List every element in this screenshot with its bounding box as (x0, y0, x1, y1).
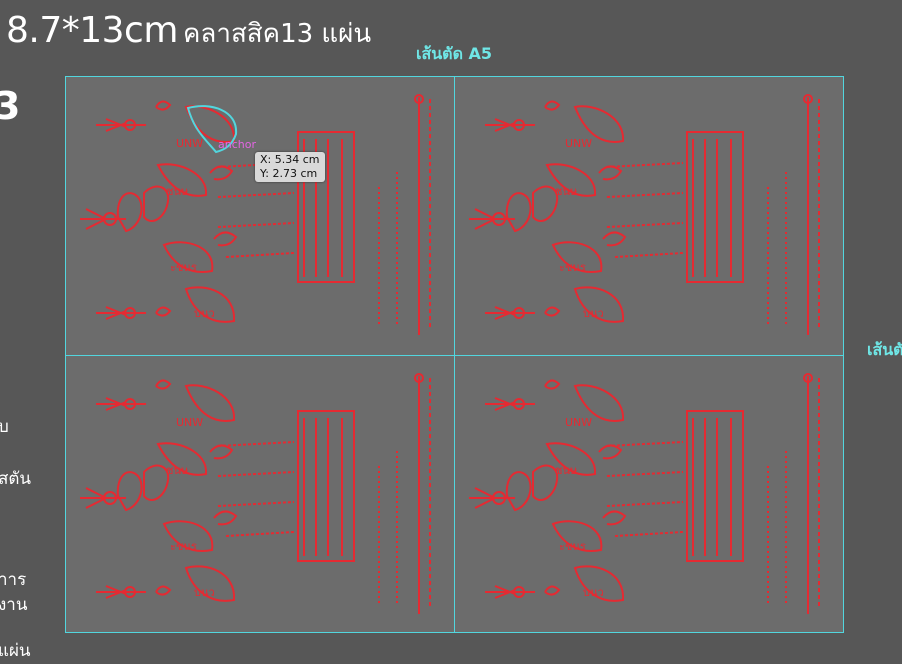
side-glyph: 3 (0, 84, 21, 128)
y-readout: Y: 2.73 cm (260, 167, 318, 180)
side-text-fragment: แผ่น (0, 641, 31, 661)
anchor-hint: anchor (218, 138, 256, 151)
side-text-fragment: งาน (0, 595, 28, 615)
cutline-label-top: เส้นตัด A5 (416, 44, 493, 63)
side-text-fragment: บ (0, 417, 9, 437)
yantra-tile-top-right[interactable] (455, 77, 843, 355)
yantra-tile-top-left[interactable] (66, 77, 454, 355)
side-text-fragment: าาร (0, 570, 27, 590)
x-readout: X: 5.34 cm (260, 153, 320, 166)
guide-marker (843, 342, 844, 366)
yantra-artwork (79, 373, 431, 615)
yantra-artwork (468, 373, 820, 615)
yantra-artwork (468, 94, 820, 336)
yantra-tile-bottom-left[interactable] (66, 356, 454, 634)
document-title: 8.7*13cm คลาสสิค13 แผ่น (6, 10, 371, 54)
yantra-artwork (79, 94, 431, 336)
selection-outline[interactable] (180, 100, 250, 160)
guide-horizontal[interactable] (66, 355, 843, 356)
yantra-tile-bottom-right[interactable] (455, 356, 843, 634)
coordinate-tooltip: X: 5.34 cm Y: 2.73 cm (255, 152, 325, 182)
label-description: คลาสสิค13 แผ่น (183, 19, 372, 49)
side-text-fragment: สตัน (0, 469, 32, 489)
cutline-label-right: เส้นตั (867, 340, 902, 359)
label-size: 8.7*13cm (6, 10, 178, 51)
